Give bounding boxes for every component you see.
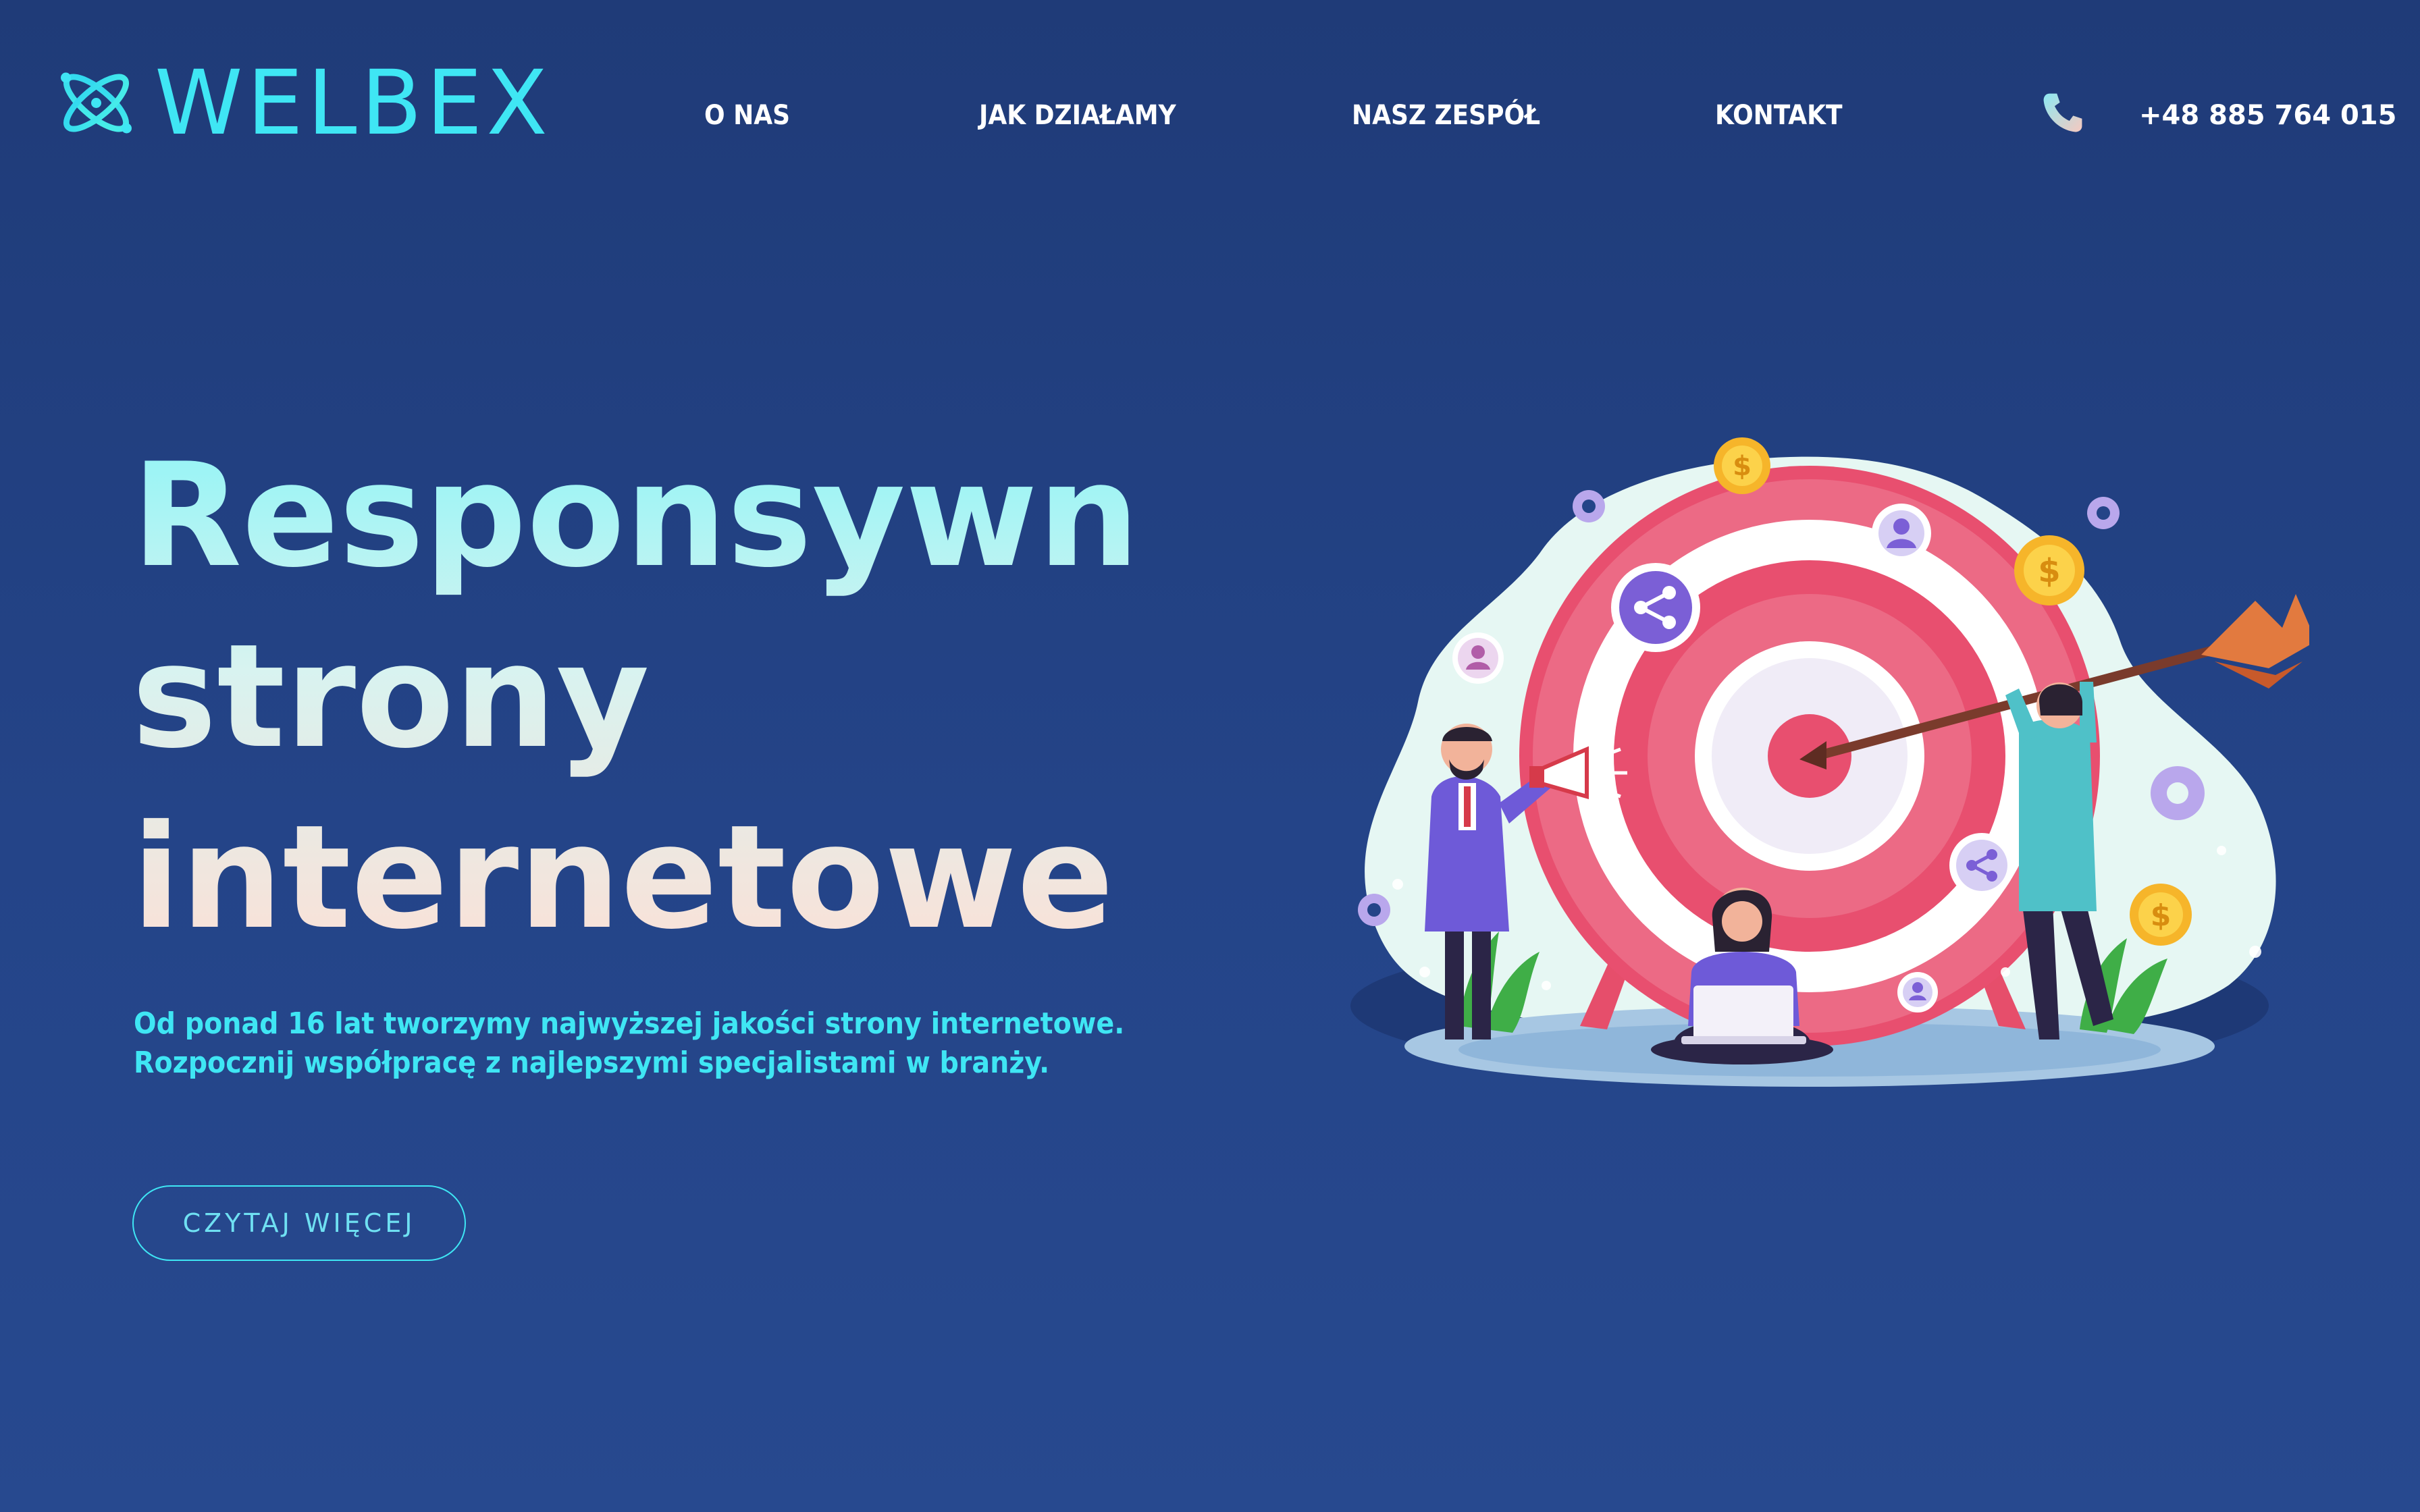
hero-subtitle-line: Rozpocznij współpracę z najlepszymi spec…	[134, 1046, 1050, 1080]
hero-title: Responsywne strony internetowe	[132, 425, 1145, 968]
svg-text:$: $	[2038, 552, 2060, 590]
hero-title-line: Responsywne	[132, 432, 1237, 599]
phone-number-link[interactable]: +48 885 764 015	[2139, 100, 2396, 131]
hero-subtitle: Od ponad 16 lat tworzymy najwyższej jako…	[134, 1004, 1241, 1083]
gear-icon	[1358, 894, 1390, 926]
gear-icon	[2151, 766, 2205, 820]
site-header: WELBEX O NAS JAK DZIAŁAMY NASZ ZESPÓŁ KO…	[0, 0, 2420, 223]
dollar-coin-icon: $	[2014, 535, 2084, 605]
logo-atom-icon	[61, 72, 132, 134]
logo[interactable]: WELBEX	[54, 51, 567, 155]
hero-subtitle-line: Od ponad 16 lat tworzymy najwyższej jako…	[134, 1006, 1125, 1041]
share-icon	[1611, 563, 1700, 652]
gear-icon	[1573, 490, 1605, 522]
svg-text:$: $	[2151, 898, 2172, 933]
phone-icon	[2043, 93, 2082, 132]
logo-text: WELBEX	[155, 51, 552, 155]
hero-title-line: strony	[132, 613, 650, 780]
gear-icon	[2087, 497, 2120, 529]
dollar-coin-icon: $	[2130, 884, 2192, 946]
read-more-button[interactable]: CZYTAJ WIĘCEJ	[132, 1185, 466, 1261]
nav-link-kontakt[interactable]: KONTAKT	[1715, 100, 1843, 131]
nav-link-o-nas[interactable]: O NAS	[704, 100, 790, 131]
nav-link-jak-dzialamy[interactable]: JAK DZIAŁAMY	[979, 100, 1176, 131]
share-icon	[1949, 833, 2014, 898]
laptop-icon	[1681, 986, 1806, 1044]
user-icon	[1897, 972, 1938, 1013]
svg-text:$: $	[1733, 451, 1752, 482]
hero-illustration: $ $ $	[1350, 437, 2309, 1087]
nav-link-nasz-zespol[interactable]: NASZ ZESPÓŁ	[1352, 100, 1540, 131]
hero-title-line: internetowe	[132, 794, 1114, 961]
user-icon	[1452, 632, 1504, 684]
dollar-coin-icon: $	[1714, 437, 1770, 494]
user-icon	[1872, 504, 1931, 563]
